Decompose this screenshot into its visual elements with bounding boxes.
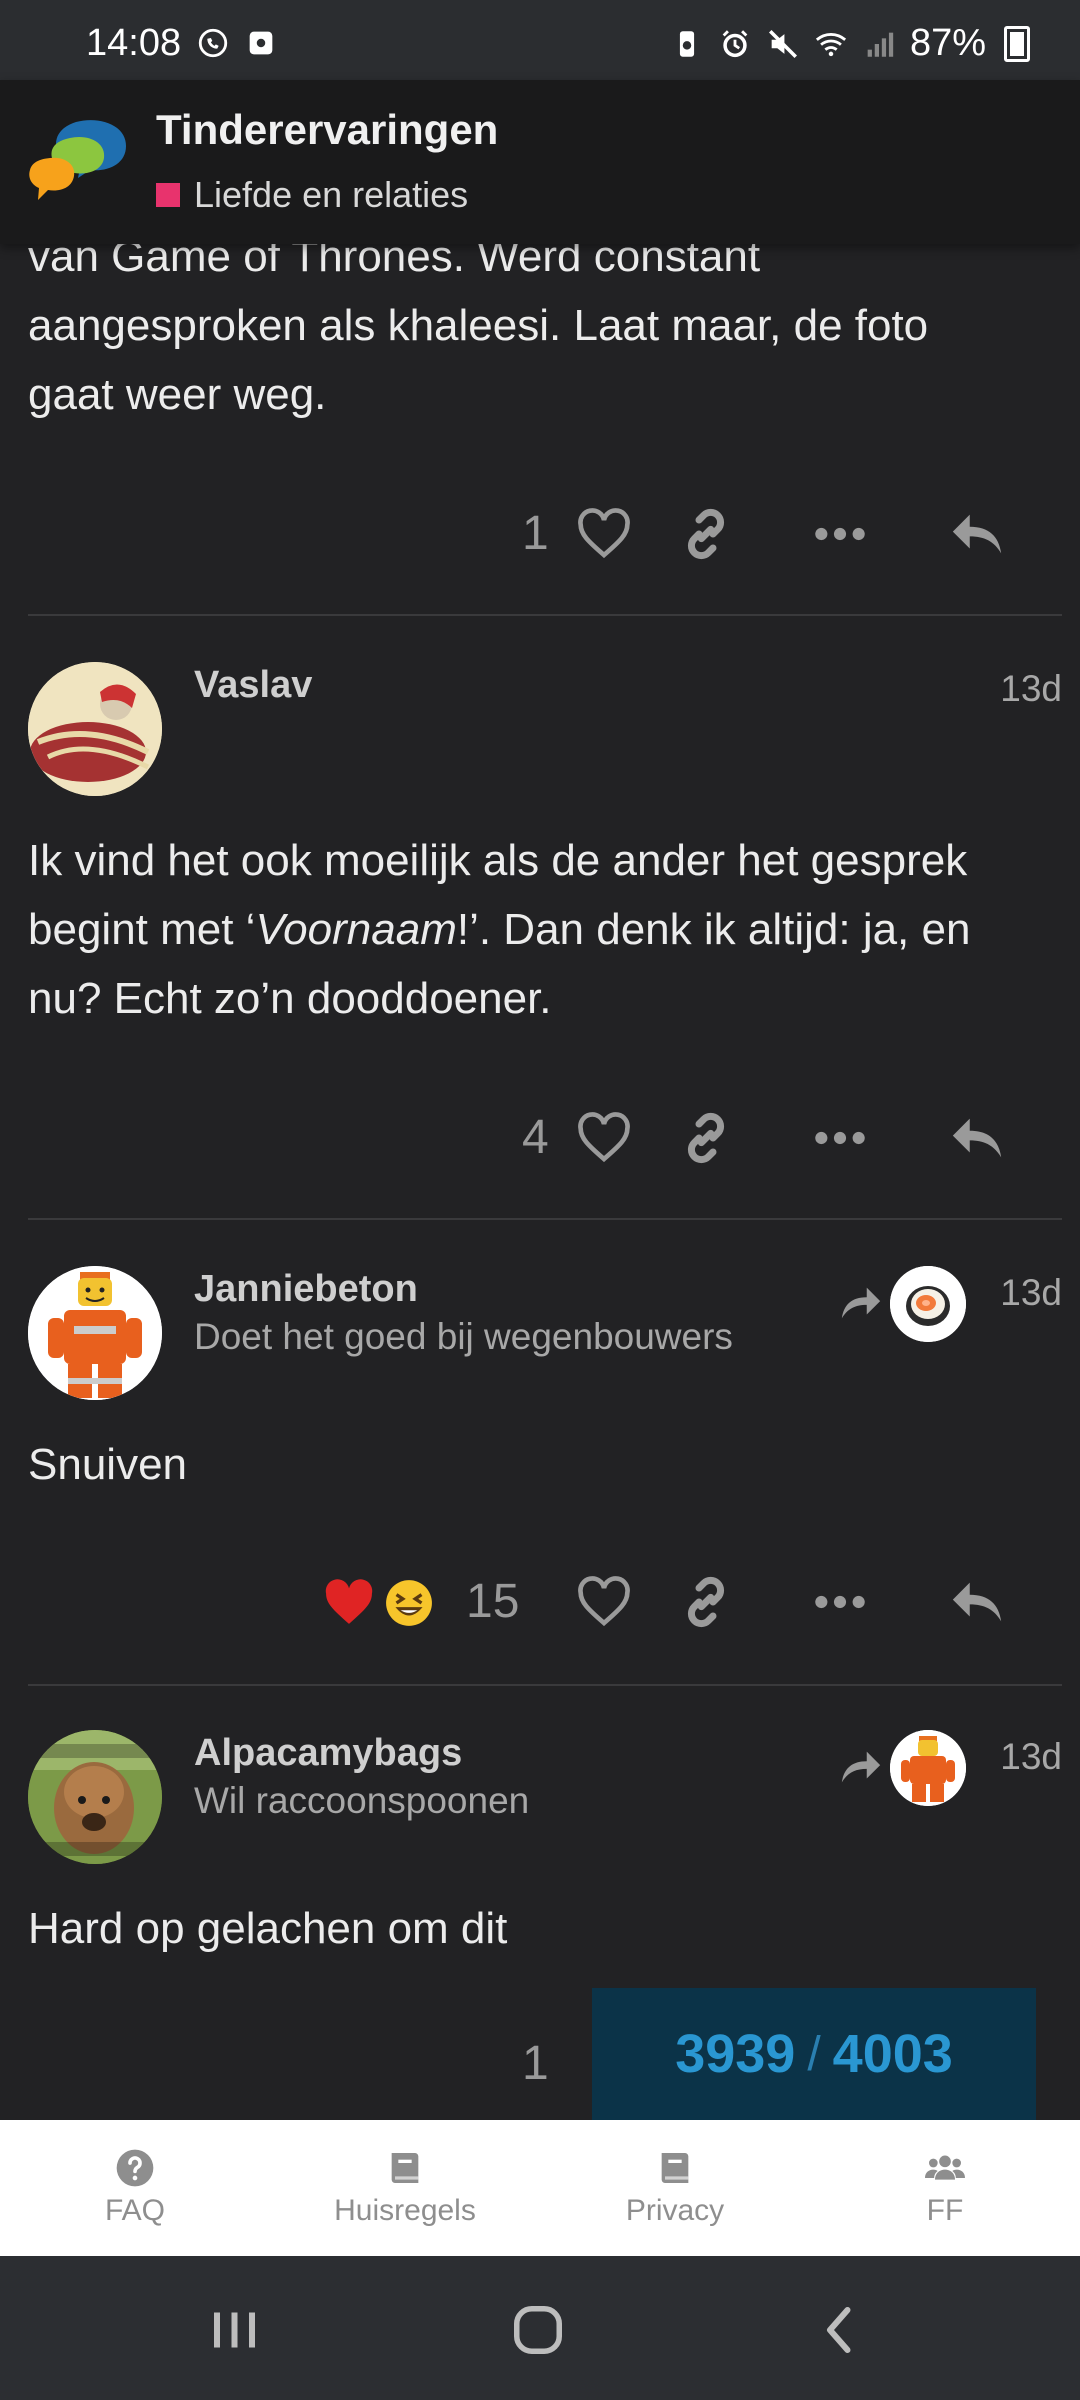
link-icon[interactable] [678,506,734,562]
post-text: Snuiven [28,1440,188,1489]
reply-icon[interactable] [948,1112,1006,1164]
users-icon [925,2155,965,2180]
category-color-square [156,183,180,207]
avatar[interactable] [28,1730,162,1864]
reply-icon[interactable] [948,508,1006,560]
reply-to-avatar[interactable] [890,1730,966,1806]
username[interactable]: Alpacamybags [194,1732,462,1775]
footer-nav: FAQ Huisregels Privacy FF [0,2120,1080,2256]
post-date[interactable]: 13d [1000,1272,1062,1314]
post-body: van Game of Thrones. Werd constant aange… [28,222,1048,429]
book-icon [661,2153,689,2183]
book-icon [391,2153,419,2183]
battery-saver-icon [679,30,695,57]
user-title: Doet het goed bij wegenbouwers [194,1316,733,1357]
post-body: Snuiven [28,1430,1048,1499]
avatar[interactable] [28,662,162,796]
post-line: aangesproken als khaleesi. Laat maar, de… [28,301,929,350]
avatar[interactable] [28,1266,162,1400]
nav-item-faq[interactable]: FAQ [0,2120,270,2256]
post-text: Hard op gelachen om dit [28,1904,508,1953]
heart-icon[interactable] [576,508,632,560]
nav-item-ff[interactable]: FF [810,2120,1080,2256]
progress-total: 4003 [832,2024,953,2084]
site-logo[interactable] [26,112,134,208]
mute-icon [768,29,797,58]
post-body: Ik vind het ook moeilijk als de ander he… [28,826,1048,1033]
topic-progress[interactable]: 3939 / 4003 [592,1988,1036,2120]
wifi-icon [815,32,847,56]
username[interactable]: Janniebeton [194,1268,418,1311]
app-header: Tinderervaringen Liefde en relaties [0,80,1080,244]
link-icon[interactable] [678,1574,734,1630]
system-navigation-bar [0,2256,1080,2400]
battery-percentage: 87% [909,22,986,64]
post-body: Hard op gelachen om dit [28,1894,1048,1963]
post-actions: 4 [0,1104,1080,1174]
user-title: Wil raccoonspoonen [194,1780,530,1821]
progress-separator: / [807,2027,821,2081]
post-actions: 15 [0,1568,1080,1638]
more-icon[interactable] [812,1118,868,1158]
post-divider [28,614,1062,616]
laughing-emoji[interactable] [384,1578,434,1628]
alarm-icon [722,29,748,57]
battery-icon [1004,25,1030,62]
like-count: 4 [522,1111,549,1164]
reply-to-avatar[interactable] [890,1266,966,1342]
whatsapp-icon [198,28,228,58]
like-count: 15 [466,1575,520,1628]
recent-apps-icon[interactable] [204,2300,264,2360]
back-icon[interactable] [810,2300,870,2360]
post-divider [28,1218,1062,1220]
nav-label: Privacy [625,2194,725,2227]
nav-label: Huisregels [334,2194,476,2227]
nav-item-privacy[interactable]: Privacy [540,2120,810,2256]
status-left-icons [196,26,278,60]
reply-to-arrow-icon[interactable] [838,1744,884,1790]
heart-icon[interactable] [576,1576,632,1628]
home-icon[interactable] [508,2300,568,2360]
category-label: Liefde en relaties [194,174,469,215]
username[interactable]: Vaslav [194,664,312,707]
like-count: 1 [522,2037,549,2090]
post-line: gaat weer weg. [28,370,327,419]
question-circle-icon [116,2149,154,2187]
nav-label: FF [926,2194,964,2227]
status-time: 14:08 [86,22,182,64]
post-date[interactable]: 13d [1000,668,1062,710]
site-title[interactable]: Tinderervaringen [156,106,498,154]
nav-label: FAQ [104,2194,165,2227]
post-actions: 1 [0,500,1080,570]
more-icon[interactable] [812,514,868,554]
app-notification-icon [249,31,273,55]
category-badge[interactable]: Liefde en relaties [156,174,468,216]
post-date[interactable]: 13d [1000,1736,1062,1778]
post-text-emphasis: Voornaam [255,905,457,954]
like-count: 1 [522,507,549,560]
status-bar: 14:08 87% [0,0,1080,80]
signal-icon [867,32,894,57]
reply-to-arrow-icon[interactable] [838,1280,884,1326]
status-right-icons: 87% [670,22,1030,65]
reply-icon[interactable] [948,1576,1006,1628]
heart-emoji[interactable] [324,1578,374,1628]
post-divider [28,1684,1062,1686]
more-icon[interactable] [812,1582,868,1622]
nav-item-huisregels[interactable]: Huisregels [270,2120,540,2256]
link-icon[interactable] [678,1110,734,1166]
progress-current: 3939 [675,2024,796,2084]
heart-icon[interactable] [576,1112,632,1164]
